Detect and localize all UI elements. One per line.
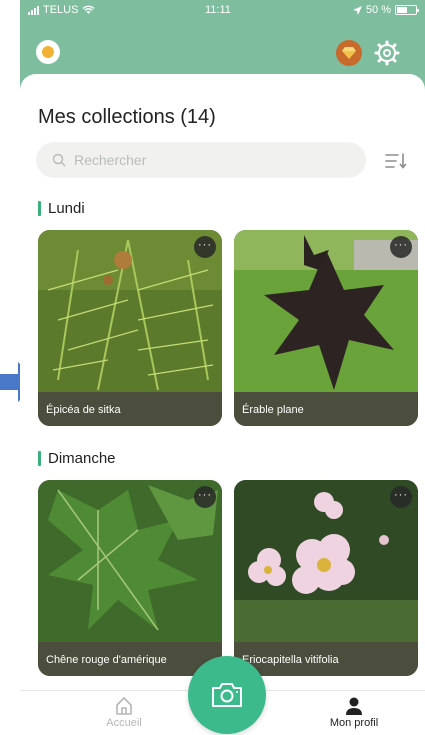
plant-photo	[234, 480, 418, 646]
gem-icon[interactable]	[336, 40, 362, 66]
plant-card-chene[interactable]: ··· Chêne rouge d'amérique	[38, 480, 222, 676]
more-options-button[interactable]: ···	[390, 486, 412, 508]
section-accent	[38, 201, 41, 216]
sort-icon[interactable]	[384, 150, 408, 172]
battery-percent: 50 %	[365, 4, 391, 16]
section-accent	[38, 451, 41, 466]
signal-icon	[28, 5, 39, 15]
plant-name: Chêne rouge d'amérique	[38, 642, 222, 676]
search-bar[interactable]	[36, 142, 366, 178]
plant-name: Épicéa de sitka	[38, 392, 222, 426]
search-input[interactable]	[74, 152, 334, 168]
plant-card-erable[interactable]: ··· Érable plane	[234, 230, 418, 426]
plant-card-epicea[interactable]: ··· Épicéa de sitka	[38, 230, 222, 426]
more-options-button[interactable]: ···	[194, 486, 216, 508]
plant-card-eriocapitella[interactable]: ··· Eriocapitella vitifolia	[234, 480, 418, 676]
nav-home-label: Accueil	[106, 717, 142, 729]
plant-name: Érable plane	[234, 392, 418, 426]
section-header-lundi: Lundi	[38, 200, 85, 217]
status-time: 11:11	[205, 4, 231, 16]
more-options-button[interactable]: ···	[390, 236, 412, 258]
plant-photo	[234, 230, 418, 396]
status-bar: TELUS 11:11 50 %	[20, 0, 425, 22]
wifi-icon	[82, 5, 95, 14]
nav-home[interactable]: Accueil	[79, 695, 169, 729]
battery-icon	[395, 5, 419, 15]
plant-photo	[38, 480, 222, 646]
section-header-dimanche: Dimanche	[38, 450, 116, 467]
home-icon	[116, 697, 132, 715]
profile-icon	[346, 697, 362, 715]
more-options-button[interactable]: ···	[194, 236, 216, 258]
phone-screen: TELUS 11:11 50 % Mes collections (14) Re…	[20, 0, 425, 735]
section-label: Dimanche	[48, 450, 116, 467]
camera-button[interactable]	[188, 656, 266, 734]
search-icon	[52, 153, 66, 167]
nav-profile[interactable]: Mon profil	[309, 695, 399, 729]
section-label: Lundi	[48, 200, 85, 217]
location-icon	[352, 5, 362, 15]
gear-icon[interactable]	[374, 40, 400, 66]
nav-profile-label: Mon profil	[329, 717, 379, 729]
plant-photo	[38, 230, 222, 396]
carrier-label: TELUS	[43, 4, 79, 16]
collections-sheet: Mes collections (14) Lundi	[20, 74, 425, 735]
camera-icon	[212, 683, 242, 707]
plant-name: Eriocapitella vitifolia	[234, 642, 418, 676]
app-logo-icon[interactable]	[36, 40, 60, 64]
page-title: Mes collections (14)	[38, 106, 216, 128]
